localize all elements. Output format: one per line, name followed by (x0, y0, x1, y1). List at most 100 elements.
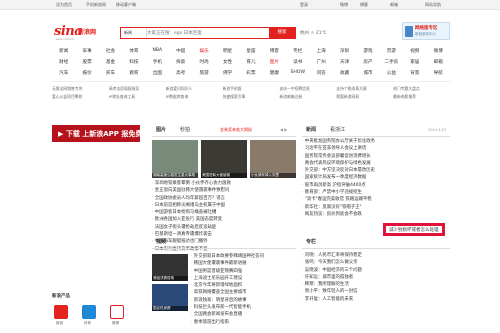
nav-link[interactable]: 二手房 (380, 59, 403, 65)
news-link[interactable]: 法国女子街头遭抢劫后反追劫匪 (152, 224, 298, 231)
news-link[interactable]: 张鸣：今天我们怎么做父亲 (302, 259, 382, 266)
nav-link[interactable]: 汽车 (52, 70, 75, 76)
news-link[interactable]: 春季旅游出行指南 (191, 319, 297, 326)
news-link[interactable]: 新浪独家：明星背后的故事 (191, 297, 297, 304)
nav-link[interactable]: 公益 (380, 70, 403, 76)
news-link[interactable]: 科技巨头发布新一代智能手机 (191, 304, 297, 311)
nav-link[interactable]: 军事 (75, 48, 98, 54)
quick-link[interactable]: 无需全网销售专供 (52, 86, 109, 94)
nav-link[interactable]: 育儿 (239, 59, 262, 65)
topbar-link[interactable]: 博客 (360, 2, 368, 8)
nav-link[interactable]: 旅游 (192, 70, 215, 76)
nav-link[interactable]: 明星 (216, 48, 239, 54)
quick-link[interactable]: 新浪邮箱注册 (279, 94, 336, 102)
news-link[interactable]: 全国两会新闻发布会直播 (191, 311, 297, 318)
news-link[interactable]: 习近平在亚非领导人会议上讲话 (302, 145, 450, 152)
tab-zhejiang[interactable]: 看浙江 (330, 126, 345, 133)
video-thumb[interactable]: 港姐决赛现场 (152, 254, 188, 281)
news-link[interactable]: 高铁网络覆盖全国主要城市 (191, 289, 297, 296)
nav-link[interactable]: 体育 (122, 48, 145, 54)
nav-link[interactable]: 基金 (99, 59, 122, 65)
nav-link[interactable]: 城市 (356, 70, 379, 76)
weather-widget[interactable]: 杭州 ☼ 21℃ (300, 30, 327, 36)
nav-link[interactable]: 娱乐 (192, 48, 215, 54)
quick-link[interactable]: 安庆一中招聘信息 (279, 86, 336, 94)
news-link[interactable]: 两会代表热议环境保护与绿色发展 (302, 160, 450, 167)
quick-link[interactable]: 爱心公益项目筹款 (52, 94, 109, 102)
topbar-link[interactable]: 设为首页 (56, 2, 72, 8)
game-ad[interactable]: 网络版专区 新浪游戏中心 (402, 22, 450, 40)
news-link[interactable]: 北京今年将新增绿地面积 (191, 282, 297, 289)
nav-link[interactable]: 买车 (99, 70, 122, 76)
nav-link[interactable]: NBA (146, 48, 169, 53)
nav-link[interactable]: 图片 (263, 59, 286, 65)
nav-link[interactable]: 微博 (427, 48, 450, 54)
news-link[interactable]: 李开复：人工智能的未来 (302, 296, 382, 303)
topbar-link[interactable]: 登录 (300, 2, 308, 8)
nav-link[interactable]: SHOW (286, 70, 309, 75)
news-link[interactable]: 外交部就日本政要参拜靖国神社答问 (191, 253, 297, 260)
news-link[interactable]: 新华社：反腐没有"铁帽子王" (302, 204, 450, 211)
quick-link[interactable]: 热门专题大盘点 (393, 86, 450, 94)
nav-link[interactable]: 时尚 (192, 59, 215, 65)
nav-link[interactable]: 彩票 (239, 70, 262, 76)
nav-link[interactable]: 上海 (309, 48, 332, 54)
news-link[interactable]: 刘晓：人民币汇率将保持稳定 (302, 252, 382, 259)
quick-link[interactable]: 高考志愿填报指导 (109, 86, 166, 94)
nav-link[interactable]: 教育 (122, 70, 145, 76)
tab-column[interactable]: 专栏 (306, 238, 316, 245)
quick-link[interactable]: 新浪爱问知识人 (166, 86, 223, 94)
news-link[interactable]: 中国游客日本抢购马桶盖被吐槽 (152, 209, 298, 216)
nav-link[interactable]: 读书 (286, 59, 309, 65)
nav-link[interactable]: 天津 (333, 59, 356, 65)
nav-link[interactable]: 新闻 (52, 48, 75, 54)
carousel-arrows[interactable]: ◀ ▶ (280, 127, 287, 132)
nav-link[interactable]: 科技 (122, 59, 145, 65)
nav-link[interactable]: 健康 (263, 70, 286, 76)
topbar-link[interactable]: 移动客户端 (116, 2, 136, 8)
nav-link[interactable]: 高考 (169, 70, 192, 76)
sina-app-icon[interactable] (54, 305, 68, 319)
nav-link[interactable]: 博客 (263, 48, 286, 54)
news-link[interactable]: 外交部：中方坚决反对日本篡改历史 (302, 167, 450, 174)
nav-link[interactable]: 页游 (380, 48, 403, 54)
tab-miaopai[interactable]: 秒拍 (180, 126, 190, 133)
nav-link[interactable]: 导航 (427, 70, 450, 76)
quick-link[interactable]: 搜狐新浪网易 (336, 94, 393, 102)
video-thumb[interactable]: 国足热身赛 (152, 284, 188, 311)
topbar-link[interactable]: 手机新浪网 (86, 2, 106, 8)
news-link[interactable]: 上海迪士尼乐园开工建设 (191, 275, 297, 282)
photo-thumb[interactable]: 小伙骑车掉入河里 (250, 140, 296, 178)
news-link[interactable]: 周小平：致年轻人的一封信 (302, 288, 382, 295)
nav-link[interactable]: 房产 (356, 59, 379, 65)
topbar-link[interactable]: 邮箱 (390, 2, 398, 8)
nav-link[interactable]: 游戏 (356, 48, 379, 54)
highlighted-link[interactable]: 减少别损坏或者怎么处理 (383, 223, 445, 236)
quick-link[interactable]: 新浪手机版 (223, 86, 280, 94)
nav-link[interactable]: 邮箱 (427, 59, 450, 65)
nav-link[interactable]: 收藏 (333, 70, 356, 76)
app-download-banner[interactable]: ▶ 下载 上新浪APP 报免费 (52, 125, 142, 142)
sina-logo[interactable]: sina 新浪网 sina.com.cn (54, 24, 96, 41)
quick-link[interactable]: 快速搜索引擎 (223, 94, 280, 102)
news-link[interactable]: 网友热议：房价到底会不会跌 (302, 211, 450, 218)
nav-link[interactable]: 出国 (146, 70, 169, 76)
nav-link[interactable]: 专栏 (286, 48, 309, 54)
search-button[interactable]: 搜索 (269, 28, 295, 38)
topbar-link[interactable]: 微博 (340, 2, 348, 8)
news-link[interactable]: 国务院常务会议部署促进消费增长 (302, 153, 450, 160)
nav-link[interactable]: 中超 (169, 48, 192, 54)
news-link[interactable]: 许知远：城市里的孤独者 (302, 274, 382, 281)
nav-link[interactable]: 深圳 (333, 48, 356, 54)
news-link[interactable]: 韩寒：我所理解的生活 (302, 281, 382, 288)
news-link[interactable]: 全国政协委员人均年薪超百万？谣言 (152, 195, 298, 202)
news-link[interactable]: 股市再创新高 沪指突破4400点 (302, 182, 450, 189)
news-link[interactable]: 吴晓波：中国经济的三个问题 (302, 267, 382, 274)
news-link[interactable]: 中国男篮晋级亚锦赛四强 (191, 268, 297, 275)
news-link[interactable]: 日本前首相称尖阁诸岛主权属于中国 (152, 202, 298, 209)
news-link[interactable]: "双卡"春运完美收官 铁路运输平稳 (302, 196, 450, 203)
weibo-app-icon[interactable] (110, 305, 124, 319)
news-link[interactable]: 欧洲各国加入亚投行 美国态度转变 (152, 216, 298, 223)
promo-link[interactable]: 金装奖来临大揭秘 (220, 127, 252, 133)
nav-link[interactable]: 星座 (239, 48, 262, 54)
